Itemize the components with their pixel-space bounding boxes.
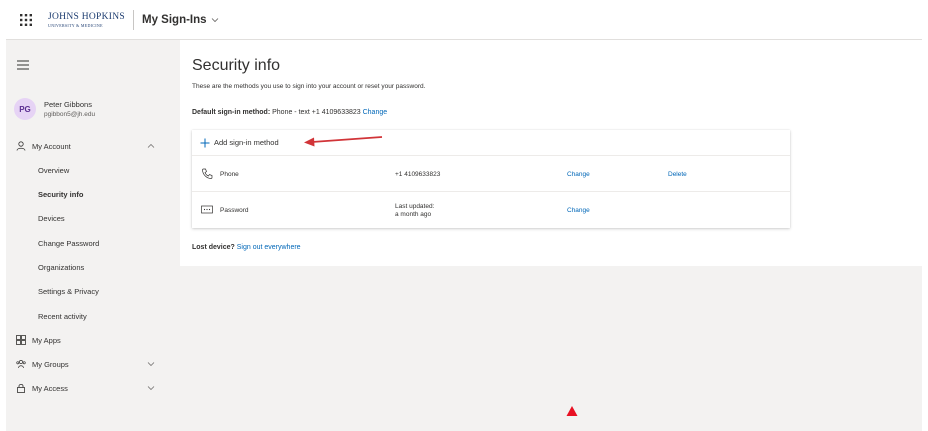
sidebar-item-label: Change Password — [38, 238, 100, 248]
phone-delete-link[interactable]: Delete — [668, 171, 687, 178]
sidebar-item-label: Devices — [38, 213, 65, 223]
methods-card: Add sign-in method Phone +1 4109633823 C… — [192, 130, 790, 228]
hamburger-menu-icon[interactable] — [16, 59, 30, 71]
method-detail: +1 4109633823 — [395, 171, 441, 178]
sidebar-item-devices[interactable]: Devices — [6, 208, 180, 228]
default-method-value: Phone - text +1 4109633823 — [270, 109, 363, 116]
avatar: PG — [14, 98, 36, 120]
chevron-up-icon — [147, 144, 155, 148]
app-title: My Sign-Ins — [142, 13, 207, 26]
last-updated-label: Last updated: — [395, 203, 435, 210]
sidebar-item-label: Settings & Privacy — [38, 286, 99, 296]
password-change-link[interactable]: Change — [567, 207, 590, 214]
sidebar-item-organizations[interactable]: Organizations — [6, 257, 180, 277]
profile-email: pgibbon5@jh.edu — [44, 110, 96, 118]
sidebar-item-label: Overview — [38, 165, 70, 175]
plus-icon — [200, 138, 210, 148]
chevron-down-icon — [211, 17, 218, 22]
app-title-dropdown[interactable]: My Sign-Ins — [142, 14, 219, 26]
sidebar-item-change-password[interactable]: Change Password — [6, 233, 180, 253]
red-arrow-annotation — [304, 136, 383, 147]
sidebar: PG Peter Gibbons pgibbon5@jh.edu My Acco… — [6, 40, 180, 405]
chevron-down-icon — [147, 362, 155, 366]
profile-name: Peter Gibbons — [44, 99, 92, 109]
sidebar-item-label: Security info — [38, 189, 84, 199]
top-bar: JOHNS HOPKINS UNIVERSITY & MEDICINE My S… — [6, 0, 922, 40]
sidebar-item-my-groups[interactable]: My Groups — [6, 354, 180, 374]
method-row-phone: Phone +1 4109633823 Change Delete — [192, 156, 790, 192]
apps-grid-icon — [16, 335, 26, 345]
add-sign-in-method-label: Add sign-in method — [214, 138, 279, 147]
page-title: Security info — [192, 57, 281, 74]
sidebar-item-label: My Apps — [32, 335, 61, 345]
bottom-strip — [6, 405, 922, 431]
lost-device-label: Lost device? — [192, 244, 235, 251]
method-detail: Last updated: a month ago — [395, 203, 434, 219]
sidebar-item-label: My Account — [32, 141, 71, 151]
sidebar-item-label: My Access — [32, 383, 68, 393]
default-method-label: Default sign-in method: — [192, 109, 271, 116]
phone-icon — [202, 168, 213, 179]
sidebar-item-label: Recent activity — [38, 311, 87, 321]
sidebar-item-my-apps[interactable]: My Apps — [6, 330, 180, 350]
chevron-down-icon — [147, 386, 155, 390]
default-sign-in-method: Default sign-in method: Phone - text +1 … — [192, 109, 387, 116]
johns-hopkins-logo[interactable]: JOHNS HOPKINS UNIVERSITY & MEDICINE — [48, 9, 135, 30]
password-icon — [201, 205, 213, 214]
method-row-password: Password Last updated: a month ago Chang… — [192, 192, 790, 228]
method-name: Phone — [220, 171, 239, 178]
logo-line2: UNIVERSITY & MEDICINE — [48, 22, 103, 28]
lock-icon — [17, 383, 25, 393]
page-subtitle: These are the methods you use to sign in… — [192, 83, 426, 90]
red-triangle-marker — [566, 406, 578, 416]
person-icon — [16, 141, 26, 151]
sidebar-item-overview[interactable]: Overview — [6, 160, 180, 180]
app-launcher-icon[interactable] — [6, 0, 46, 40]
sidebar-item-security-info[interactable]: Security info — [6, 184, 180, 204]
lost-device: Lost device? Sign out everywhere — [192, 244, 301, 251]
user-profile: PG Peter Gibbons pgibbon5@jh.edu — [14, 98, 95, 120]
sidebar-item-my-access[interactable]: My Access — [6, 378, 180, 398]
last-updated-value: a month ago — [395, 211, 432, 218]
app-window: JOHNS HOPKINS UNIVERSITY & MEDICINE My S… — [6, 0, 922, 431]
sidebar-item-settings-privacy[interactable]: Settings & Privacy — [6, 281, 180, 301]
groups-icon — [16, 360, 26, 369]
sign-out-everywhere-link[interactable]: Sign out everywhere — [235, 244, 301, 251]
sidebar-item-recent-activity[interactable]: Recent activity — [6, 306, 180, 326]
sidebar-item-my-account[interactable]: My Account — [6, 136, 180, 156]
phone-change-link[interactable]: Change — [567, 171, 590, 178]
add-sign-in-method-button[interactable]: Add sign-in method — [192, 130, 790, 156]
method-name: Password — [220, 207, 249, 214]
default-method-change-link[interactable]: Change — [363, 109, 388, 116]
sidebar-item-label: My Groups — [32, 359, 69, 369]
sidebar-item-label: Organizations — [38, 262, 85, 272]
logo-line1: JOHNS HOPKINS — [48, 11, 126, 22]
main-content: Security info These are the methods you … — [180, 40, 922, 266]
